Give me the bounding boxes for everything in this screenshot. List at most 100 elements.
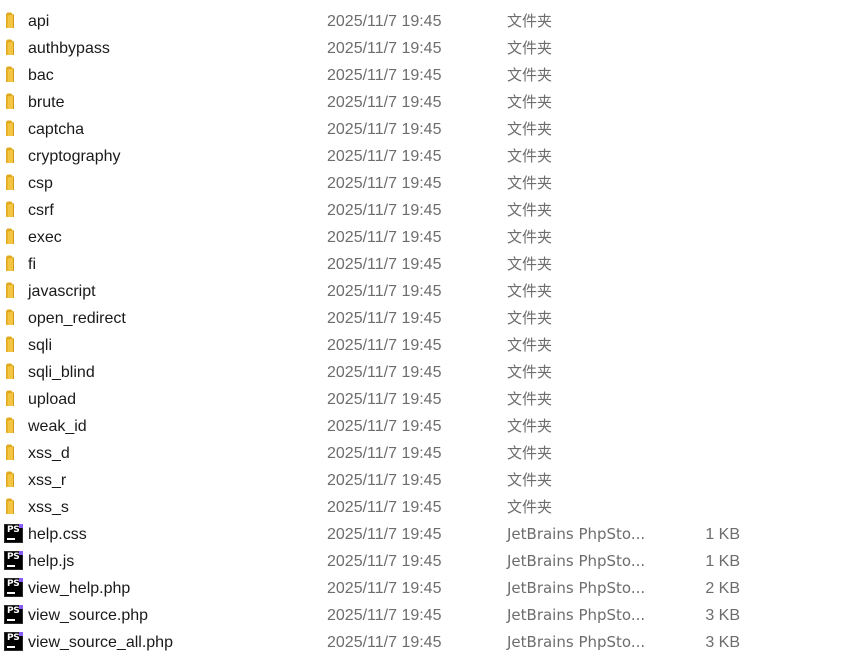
file-type: 文件夹 (507, 39, 553, 57)
file-name: fi (28, 256, 36, 273)
list-item[interactable]: exec 2025/11/7 19:45 文件夹 (0, 224, 841, 251)
file-name: brute (28, 94, 65, 111)
file-name: view_source_all.php (28, 634, 173, 651)
modified-date: 2025/11/7 19:45 (327, 202, 442, 219)
list-item[interactable]: sqli_blind 2025/11/7 19:45 文件夹 (0, 359, 841, 386)
list-item[interactable]: brute 2025/11/7 19:45 文件夹 (0, 89, 841, 116)
modified-date: 2025/11/7 19:45 (327, 445, 442, 462)
file-size: 3 KB (705, 634, 740, 651)
modified-date: 2025/11/7 19:45 (327, 526, 442, 543)
modified-date: 2025/11/7 19:45 (327, 364, 442, 381)
folder-icon (4, 497, 23, 516)
file-name: sqli_blind (28, 364, 95, 381)
folder-icon (4, 119, 23, 138)
folder-icon (4, 254, 23, 273)
list-item[interactable]: xss_r 2025/11/7 19:45 文件夹 (0, 467, 841, 494)
modified-date: 2025/11/7 19:45 (327, 499, 442, 516)
list-item[interactable]: javascript 2025/11/7 19:45 文件夹 (0, 278, 841, 305)
modified-date: 2025/11/7 19:45 (327, 13, 442, 30)
file-name: help.js (28, 553, 75, 570)
phpstorm-file-icon: PS (4, 605, 23, 624)
list-item[interactable]: weak_id 2025/11/7 19:45 文件夹 (0, 413, 841, 440)
list-item[interactable]: csrf 2025/11/7 19:45 文件夹 (0, 197, 841, 224)
list-item[interactable]: bac 2025/11/7 19:45 文件夹 (0, 62, 841, 89)
file-name: captcha (28, 121, 85, 138)
file-type: 文件夹 (507, 147, 553, 165)
file-list: api 2025/11/7 19:45 文件夹 authbypass 2025/… (0, 0, 841, 656)
file-type: 文件夹 (507, 390, 553, 408)
modified-date: 2025/11/7 19:45 (327, 337, 442, 354)
folder-icon (4, 470, 23, 489)
file-size: 2 KB (705, 580, 740, 597)
list-item[interactable]: open_redirect 2025/11/7 19:45 文件夹 (0, 305, 841, 332)
file-type: 文件夹 (507, 444, 553, 462)
file-name: bac (28, 67, 54, 84)
file-name: authbypass (28, 40, 110, 57)
modified-date: 2025/11/7 19:45 (327, 553, 442, 570)
file-type: JetBrains PhpSto... (507, 633, 646, 651)
file-name: xss_d (28, 445, 70, 462)
list-item[interactable]: PS view_help.php 2025/11/7 19:45 JetBrai… (0, 575, 841, 602)
modified-date: 2025/11/7 19:45 (327, 67, 442, 84)
modified-date: 2025/11/7 19:45 (327, 283, 442, 300)
list-item[interactable]: PS help.css 2025/11/7 19:45 JetBrains Ph… (0, 521, 841, 548)
modified-date: 2025/11/7 19:45 (327, 94, 442, 111)
list-item[interactable]: upload 2025/11/7 19:45 文件夹 (0, 386, 841, 413)
file-size: 1 KB (705, 526, 740, 543)
file-type: 文件夹 (507, 255, 553, 273)
folder-icon (4, 11, 23, 30)
modified-date: 2025/11/7 19:45 (327, 472, 442, 489)
list-item[interactable]: xss_d 2025/11/7 19:45 文件夹 (0, 440, 841, 467)
list-item[interactable]: cryptography 2025/11/7 19:45 文件夹 (0, 143, 841, 170)
file-size: 3 KB (705, 607, 740, 624)
file-name: weak_id (28, 418, 87, 435)
modified-date: 2025/11/7 19:45 (327, 256, 442, 273)
list-item[interactable]: csp 2025/11/7 19:45 文件夹 (0, 170, 841, 197)
list-item[interactable]: captcha 2025/11/7 19:45 文件夹 (0, 116, 841, 143)
file-name: cryptography (28, 148, 121, 165)
file-size: 1 KB (705, 553, 740, 570)
phpstorm-file-icon: PS (4, 524, 23, 543)
file-type: 文件夹 (507, 282, 553, 300)
list-item[interactable]: fi 2025/11/7 19:45 文件夹 (0, 251, 841, 278)
list-item[interactable]: PS view_source.php 2025/11/7 19:45 JetBr… (0, 602, 841, 629)
file-type: 文件夹 (507, 417, 553, 435)
folder-icon (4, 416, 23, 435)
modified-date: 2025/11/7 19:45 (327, 121, 442, 138)
folder-icon (4, 281, 23, 300)
file-name: api (28, 13, 50, 30)
file-name: sqli (28, 337, 53, 354)
file-type: JetBrains PhpSto... (507, 525, 646, 543)
folder-icon (4, 200, 23, 219)
file-type: 文件夹 (507, 12, 553, 30)
modified-date: 2025/11/7 19:45 (327, 310, 442, 327)
list-item[interactable]: PS help.js 2025/11/7 19:45 JetBrains Php… (0, 548, 841, 575)
folder-icon (4, 308, 23, 327)
modified-date: 2025/11/7 19:45 (327, 580, 442, 597)
file-type: 文件夹 (507, 120, 553, 138)
folder-icon (4, 389, 23, 408)
phpstorm-file-icon: PS (4, 632, 23, 651)
list-item[interactable]: xss_s 2025/11/7 19:45 文件夹 (0, 494, 841, 521)
folder-icon (4, 173, 23, 192)
file-name: xss_r (28, 472, 67, 489)
file-name: upload (28, 391, 77, 408)
folder-icon (4, 38, 23, 57)
modified-date: 2025/11/7 19:45 (327, 148, 442, 165)
file-name: javascript (28, 283, 96, 300)
list-item[interactable]: PS view_source_all.php 2025/11/7 19:45 J… (0, 629, 841, 656)
list-item[interactable]: authbypass 2025/11/7 19:45 文件夹 (0, 35, 841, 62)
folder-icon (4, 443, 23, 462)
list-item[interactable]: sqli 2025/11/7 19:45 文件夹 (0, 332, 841, 359)
modified-date: 2025/11/7 19:45 (327, 418, 442, 435)
modified-date: 2025/11/7 19:45 (327, 634, 442, 651)
file-type: JetBrains PhpSto... (507, 552, 646, 570)
phpstorm-file-icon: PS (4, 551, 23, 570)
file-name: help.css (28, 526, 87, 543)
list-item[interactable]: api 2025/11/7 19:45 文件夹 (0, 8, 841, 35)
file-type: 文件夹 (507, 93, 553, 111)
modified-date: 2025/11/7 19:45 (327, 391, 442, 408)
file-type: 文件夹 (507, 336, 553, 354)
folder-icon (4, 227, 23, 246)
folder-icon (4, 335, 23, 354)
